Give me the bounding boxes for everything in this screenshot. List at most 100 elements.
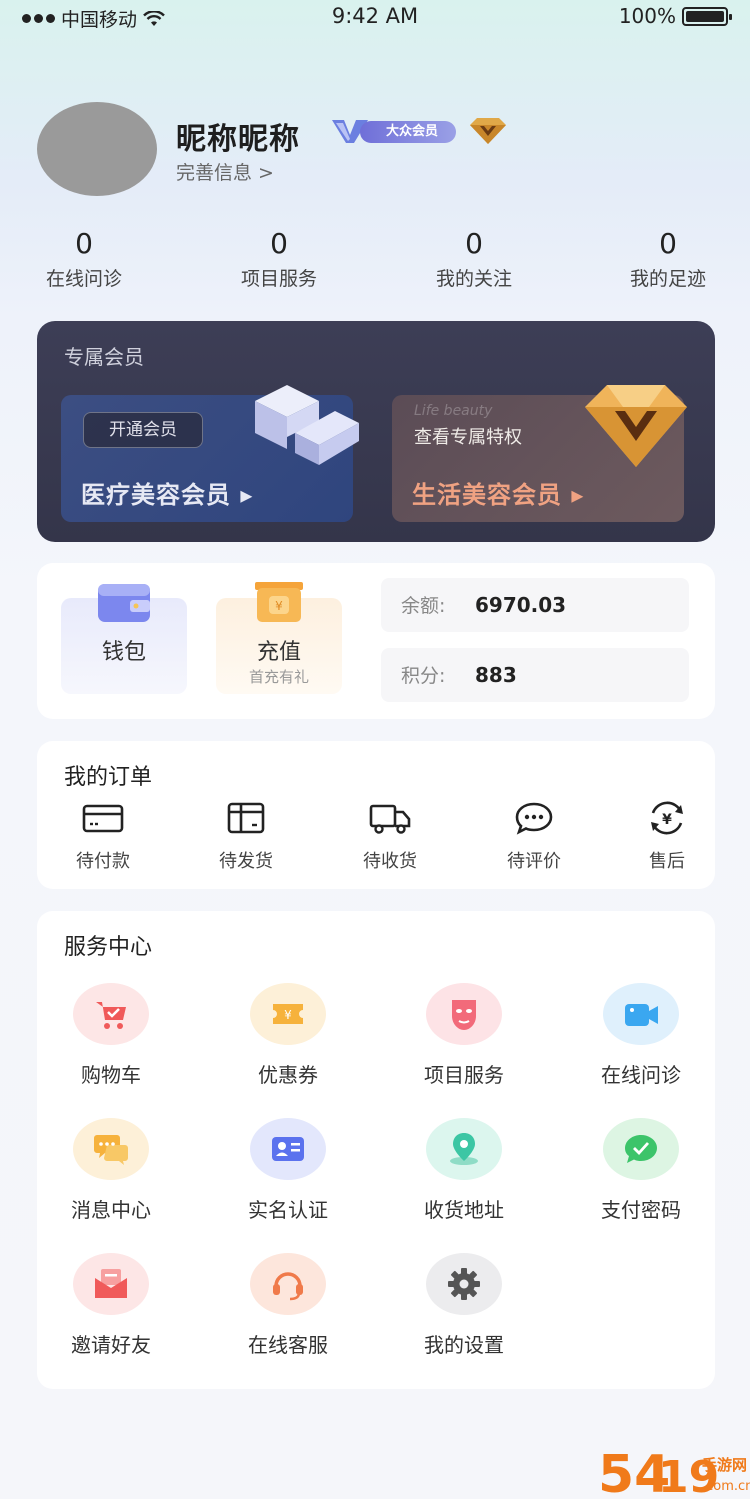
service-label: 项目服务 (424, 1063, 504, 1087)
points-key: 积分: (401, 665, 446, 687)
order-label: 售后 (649, 851, 685, 872)
service-online-consult[interactable]: 在线问诊 (571, 983, 711, 1088)
service-invite[interactable]: 邀请好友 (41, 1253, 181, 1358)
cube-icon (255, 385, 359, 465)
check-bubble-icon (625, 1135, 657, 1163)
nickname[interactable]: 昵称昵称 (176, 114, 300, 158)
points-value: 883 (475, 663, 517, 687)
battery-percent: 100% (618, 4, 676, 28)
svg-text:¥: ¥ (275, 599, 283, 613)
service-project[interactable]: 项目服务 (394, 983, 534, 1088)
gold-diamond-icon (470, 118, 506, 144)
gear-icon (448, 1268, 480, 1300)
order-label: 待收货 (363, 851, 417, 872)
stat-following[interactable]: 0 我的关注 (404, 226, 544, 291)
chat-bubble-icon (515, 802, 553, 835)
service-label: 购物车 (81, 1063, 141, 1087)
order-label: 待发货 (219, 851, 273, 872)
wallet-icon (98, 584, 150, 622)
stat-value: 0 (465, 227, 483, 260)
stat-value: 0 (270, 227, 288, 260)
stat-value: 0 (75, 227, 93, 260)
life-beauty-label: 生活美容会员 ▸ (412, 481, 585, 509)
order-after-sales[interactable]: ¥ 售后 (612, 801, 722, 873)
points-row[interactable]: 积分: 883 (381, 648, 689, 702)
view-rights-link[interactable]: 查看专属特权 (414, 423, 522, 449)
gold-diamond-large-icon (585, 385, 687, 467)
order-pending-receipt[interactable]: 待收货 (335, 801, 445, 873)
service-pay-password[interactable]: 支付密码 (571, 1118, 711, 1223)
coupon-icon: ¥ (273, 1004, 303, 1024)
service-messages[interactable]: 消息中心 (41, 1118, 181, 1223)
mask-icon (452, 1000, 476, 1030)
stat-label: 在线问诊 (45, 268, 122, 290)
service-verification[interactable]: 实名认证 (218, 1118, 358, 1223)
recharge-label: 充值 (256, 640, 301, 665)
id-card-icon (272, 1137, 304, 1161)
avatar[interactable] (37, 102, 157, 196)
stat-label: 我的关注 (435, 268, 512, 290)
service-label: 消息中心 (71, 1198, 151, 1222)
recharge-icon: ¥ (255, 582, 303, 622)
svg-text:¥: ¥ (662, 812, 672, 828)
service-coupon[interactable]: ¥ 优惠券 (218, 983, 358, 1088)
service-label: 收货地址 (424, 1198, 504, 1222)
order-pending-payment[interactable]: 待付款 (48, 801, 158, 873)
service-address[interactable]: 收货地址 (394, 1118, 534, 1223)
service-customer-support[interactable]: 在线客服 (218, 1253, 358, 1358)
refund-icon: ¥ (651, 801, 683, 835)
balance-value: 6970.03 (475, 593, 567, 617)
open-membership-button[interactable]: 开通会员 (83, 412, 203, 448)
service-label: 实名认证 (248, 1198, 328, 1222)
balance-row[interactable]: 余额: 6970.03 (381, 578, 689, 632)
order-pending-review[interactable]: 待评价 (479, 801, 589, 873)
stat-project-service[interactable]: 0 项目服务 (209, 226, 349, 291)
service-label: 在线客服 (248, 1333, 328, 1357)
service-label: 支付密码 (601, 1198, 681, 1222)
order-label: 待付款 (76, 851, 130, 872)
recharge-promo: 首充有礼 (248, 668, 309, 686)
stat-footprint[interactable]: 0 我的足迹 (598, 226, 738, 291)
order-label: 待评价 (507, 851, 561, 872)
vip-level-label: 大众会员 (360, 121, 456, 143)
svg-text:¥: ¥ (284, 1008, 292, 1022)
box-icon (227, 802, 265, 834)
wallet-card: 钱包 ¥ 充值 首充有礼 余额: 6970.03 积分: 883 (37, 563, 715, 719)
recharge-button[interactable]: ¥ 充值 首充有礼 (216, 582, 342, 694)
truck-icon (369, 804, 411, 834)
stat-label: 我的足迹 (629, 268, 706, 290)
complete-info-link[interactable]: 完善信息 > (176, 158, 274, 185)
headset-icon (273, 1272, 303, 1301)
wallet-button[interactable]: 钱包 (61, 584, 187, 694)
life-beauty-caption: Life beauty (414, 403, 493, 419)
stats-row: 0 在线问诊 0 项目服务 0 我的关注 0 我的足迹 (0, 226, 750, 306)
balance-key: 余额: (401, 595, 446, 617)
vip-badge[interactable]: 大众会员 (330, 117, 458, 145)
order-pending-shipment[interactable]: 待发货 (191, 801, 301, 873)
service-label: 邀请好友 (71, 1333, 151, 1357)
services-title: 服务中心 (64, 935, 153, 960)
message-icon (94, 1135, 128, 1165)
svg-text:.com.cn: .com.cn (702, 1479, 750, 1494)
envelope-icon (95, 1269, 127, 1298)
stat-value: 0 (659, 227, 677, 260)
orders-card: 我的订单 待付款 待发货 待收货 待评价 ¥ 售后 (37, 741, 715, 889)
service-label: 优惠券 (258, 1063, 318, 1087)
service-cart[interactable]: 购物车 (41, 983, 181, 1088)
orders-title: 我的订单 (64, 765, 153, 790)
svg-text:手游网: 手游网 (702, 1456, 747, 1474)
member-card-title: 专属会员 (64, 345, 144, 369)
status-bar: 中国移动 9:42 AM 100% (0, 0, 750, 34)
service-label: 在线问诊 (601, 1063, 681, 1087)
location-icon (450, 1133, 478, 1165)
wallet-label: 钱包 (101, 640, 146, 665)
site-watermark-logo: 54 19 手游网 .com.cn (598, 1445, 750, 1499)
services-card: 服务中心 购物车 ¥ 优惠券 项目服务 在线问诊 消息中心 实名认证 收货地址 … (37, 911, 715, 1389)
service-settings[interactable]: 我的设置 (394, 1253, 534, 1358)
stat-label: 项目服务 (240, 268, 317, 290)
battery-icon (682, 6, 732, 26)
medical-beauty-label: 医疗美容会员 ▸ (81, 481, 254, 509)
service-label: 我的设置 (424, 1333, 504, 1357)
stat-online-consult[interactable]: 0 在线问诊 (14, 226, 154, 291)
cart-icon (96, 1002, 126, 1029)
